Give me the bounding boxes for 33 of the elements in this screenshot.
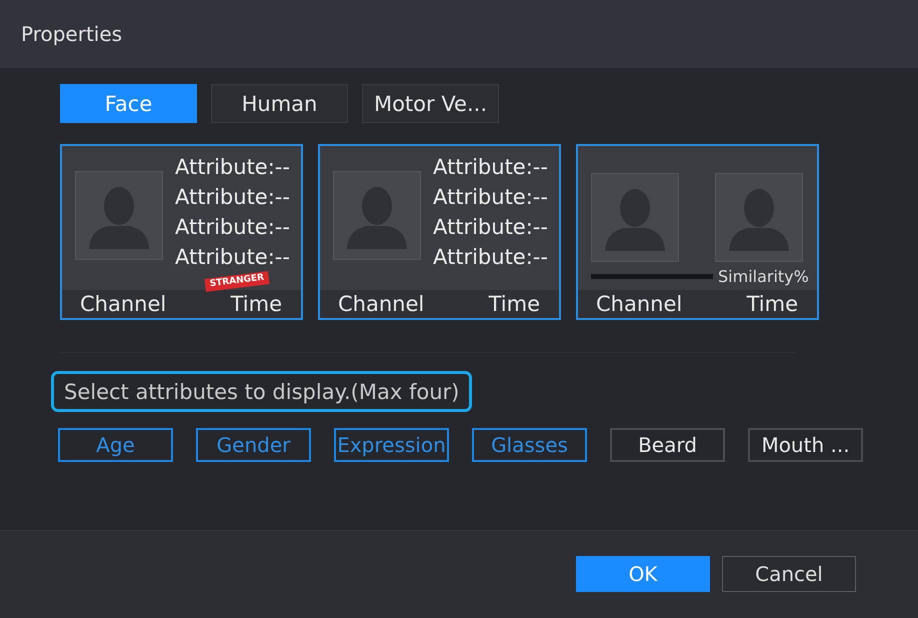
attribute-text: Attribute:-- (175, 185, 290, 210)
person-silhouette-icon (75, 171, 163, 260)
attribute-text: Attribute:-- (433, 215, 548, 240)
attribute-toggle[interactable]: Beard (610, 428, 725, 462)
attribute-text: Attribute:-- (175, 245, 290, 270)
channel-label: Channel (80, 292, 166, 317)
cancel-button[interactable]: Cancel (722, 556, 856, 592)
person-silhouette-icon (715, 173, 803, 262)
attribute-text: Attribute:-- (175, 155, 290, 180)
attribute-text: Attribute:-- (433, 245, 548, 270)
tab[interactable]: Motor Ve... (362, 84, 499, 123)
attribute-text: Attribute:-- (433, 155, 548, 180)
stranger-stamp: STRANGER (204, 271, 270, 292)
ok-button[interactable]: OK (576, 556, 710, 592)
attribute-toggle[interactable]: Mouth ... (748, 428, 863, 462)
dialog-title: Properties (21, 22, 122, 46)
person-silhouette-icon (591, 173, 679, 262)
time-label: Time (488, 292, 540, 317)
channel-label: Channel (596, 292, 682, 317)
person-silhouette-icon (333, 171, 421, 260)
tab[interactable]: Face (60, 84, 197, 123)
attribute-text: Attribute:-- (433, 185, 548, 210)
channel-label: Channel (338, 292, 424, 317)
attribute-toggle[interactable]: Glasses (472, 428, 587, 462)
attribute-text: Attribute:-- (175, 215, 290, 240)
time-label: Time (746, 292, 798, 317)
time-label: Time (230, 292, 282, 317)
attribute-toggle[interactable]: Expression (334, 428, 449, 462)
attribute-toggle[interactable]: Age (58, 428, 173, 462)
hint-text: Select attributes to display.(Max four) (51, 371, 472, 412)
similarity-label: Similarity% (718, 267, 809, 286)
tab[interactable]: Human (211, 84, 348, 123)
attribute-toggle[interactable]: Gender (196, 428, 311, 462)
